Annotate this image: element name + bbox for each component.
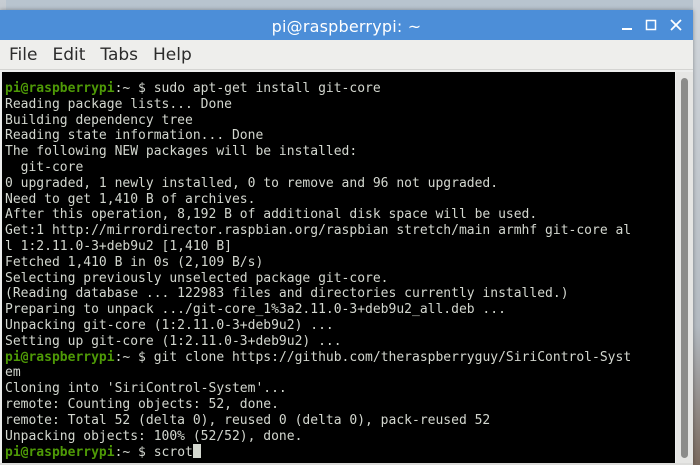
terminal-line: pi@raspberrypi:~ $ git clone https://git…: [5, 350, 675, 366]
scrollbar-thumb[interactable]: [681, 78, 688, 458]
terminal-line: Selecting previously unselected package …: [5, 271, 675, 287]
vertical-scrollbar[interactable]: [676, 72, 693, 463]
terminal-line: l 1:2.11.0-3+deb9u2 [1,410 B]: [5, 239, 675, 255]
terminal-line: Fetched 1,410 B in 0s (2,109 B/s): [5, 255, 675, 271]
minimize-icon: [622, 28, 632, 30]
close-icon: [670, 19, 682, 31]
maximize-button[interactable]: [643, 17, 659, 33]
terminal-line: pi@raspberrypi:~ $ scrot: [5, 444, 675, 460]
output-text: Unpacking objects: 100% (52/52), done.: [5, 428, 303, 444]
output-text: Building dependency tree: [5, 112, 193, 128]
shell-prompt: pi@raspberrypi: [5, 81, 115, 96]
terminal-line: Preparing to unpack .../git-core_1%3a2.1…: [5, 302, 675, 318]
output-text: Get:1 http://mirrordirector.raspbian.org…: [5, 223, 632, 239]
output-text: remote: Total 52 (delta 0), reused 0 (de…: [5, 412, 491, 428]
terminal-line: Reading package lists... Done: [5, 97, 675, 113]
minimize-button[interactable]: [619, 17, 635, 33]
shell-prompt: pi@raspberrypi: [5, 445, 115, 461]
shell-command: git clone https://github.com/theraspberr…: [153, 349, 632, 365]
desktop-background-right: [693, 0, 700, 465]
close-button[interactable]: [668, 17, 684, 33]
window-titlebar[interactable]: pi@raspberrypi: ~: [0, 10, 693, 40]
output-text: git-core: [5, 159, 84, 175]
terminal-line: (Reading database ... 122983 files and d…: [5, 286, 675, 302]
output-text: Unpacking git-core (1:2.11.0-3+deb9u2) .…: [5, 317, 334, 333]
output-text: l 1:2.11.0-3+deb9u2 [1,410 B]: [5, 238, 232, 254]
output-text: Preparing to unpack .../git-core_1%3a2.1…: [5, 302, 506, 318]
terminal-line: Setting up git-core (1:2.11.0-3+deb9u2) …: [5, 334, 675, 350]
terminal-line: em: [5, 365, 675, 381]
terminal-line: Reading state information... Done: [5, 128, 675, 144]
output-text: Reading state information... Done: [5, 128, 264, 144]
terminal-line: Need to get 1,410 B of archives.: [5, 192, 675, 208]
terminal-output[interactable]: pi@raspberrypi:~ $ sudo apt-get install …: [2, 72, 675, 463]
window-title: pi@raspberrypi: ~: [271, 17, 422, 36]
terminal-line: 0 upgraded, 1 newly installed, 0 to remo…: [5, 176, 675, 192]
terminal-window: pi@raspberrypi: ~ File Edit Tabs Help pi…: [0, 10, 693, 465]
prompt-path: :~ $: [114, 81, 154, 96]
output-text: Selecting previously unselected package …: [5, 270, 389, 286]
terminal-line: Cloning into 'SiriControl-System'...: [5, 381, 675, 397]
output-text: em: [5, 365, 21, 381]
output-text: Need to get 1,410 B of archives.: [5, 191, 256, 207]
output-text: Cloning into 'SiriControl-System'...: [5, 381, 287, 397]
terminal-line: Building dependency tree: [5, 113, 675, 129]
prompt-path: :~ $: [114, 349, 154, 365]
terminal-line: pi@raspberrypi:~ $ sudo apt-get install …: [5, 81, 675, 97]
text-cursor: [192, 444, 201, 459]
terminal-line: remote: Counting objects: 52, done.: [5, 397, 675, 413]
shell-command: sudo apt-get install git-core: [153, 81, 381, 96]
terminal-line: The following NEW packages will be insta…: [5, 144, 675, 160]
terminal-line: remote: Total 52 (delta 0), reused 0 (de…: [5, 413, 675, 429]
shell-command: scrot: [153, 445, 193, 461]
output-text: 0 upgraded, 1 newly installed, 0 to remo…: [5, 175, 499, 191]
output-text: The following NEW packages will be insta…: [5, 144, 358, 160]
maximize-icon: [645, 19, 657, 31]
output-text: (Reading database ... 122983 files and d…: [5, 286, 569, 302]
terminal-line: Unpacking objects: 100% (52/52), done.: [5, 429, 675, 445]
output-text: Reading package lists... Done: [5, 96, 232, 112]
shell-prompt: pi@raspberrypi: [5, 349, 115, 365]
menu-tabs[interactable]: Tabs: [100, 45, 138, 65]
terminal-line: After this operation, 8,192 B of additio…: [5, 207, 675, 223]
output-text: Setting up git-core (1:2.11.0-3+deb9u2) …: [5, 333, 342, 349]
menubar: File Edit Tabs Help: [0, 40, 693, 70]
menu-file[interactable]: File: [9, 45, 37, 65]
output-text: remote: Counting objects: 52, done.: [5, 396, 279, 412]
terminal-line: git-core: [5, 160, 675, 176]
menu-help[interactable]: Help: [153, 45, 192, 65]
terminal-line: Get:1 http://mirrordirector.raspbian.org…: [5, 223, 675, 239]
menu-edit[interactable]: Edit: [52, 45, 85, 65]
output-text: After this operation, 8,192 B of additio…: [5, 207, 538, 223]
terminal-line: Unpacking git-core (1:2.11.0-3+deb9u2) .…: [5, 318, 675, 334]
prompt-path: :~ $: [114, 445, 154, 461]
output-text: Fetched 1,410 B in 0s (2,109 B/s): [5, 254, 264, 270]
